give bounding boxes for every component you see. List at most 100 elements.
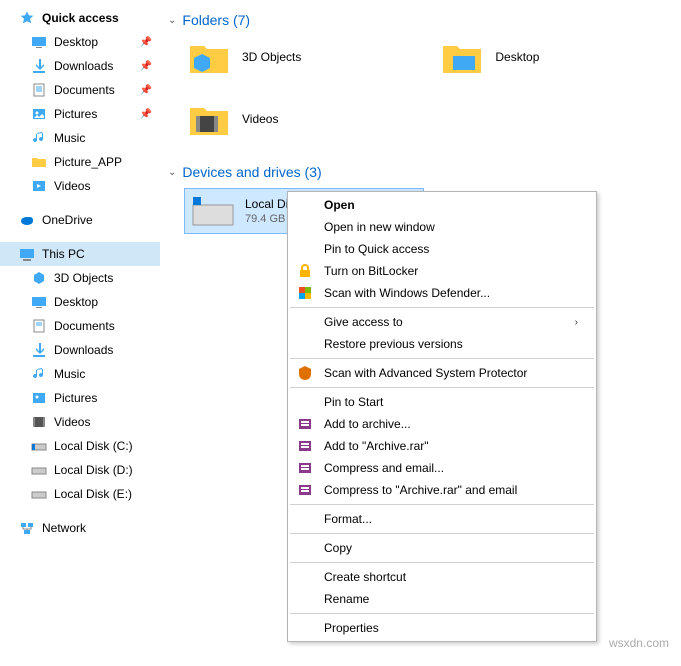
ctx-add-archive-rar[interactable]: Add to "Archive.rar"	[288, 435, 596, 457]
ctx-create-shortcut[interactable]: Create shortcut	[288, 566, 596, 588]
ctx-properties[interactable]: Properties	[288, 617, 596, 639]
nav-label: 3D Objects	[54, 271, 113, 285]
downloads-icon	[30, 57, 48, 75]
blank-icon	[296, 619, 314, 637]
nav-tp-local-d[interactable]: Local Disk (D:)	[0, 458, 160, 482]
blank-icon	[296, 510, 314, 528]
winrar-icon	[296, 459, 314, 477]
nav-qa-pictures[interactable]: Pictures📌	[0, 102, 160, 126]
section-title: Folders (7)	[182, 12, 250, 28]
pin-icon: 📌	[140, 61, 152, 72]
ctx-label: Scan with Windows Defender...	[324, 286, 578, 300]
desktop-folder-icon	[441, 36, 483, 78]
this-pc-icon	[18, 245, 36, 263]
nav-qa-downloads[interactable]: Downloads📌	[0, 54, 160, 78]
asp-icon	[296, 364, 314, 382]
videos-folder-icon	[188, 98, 230, 140]
ctx-open[interactable]: Open	[288, 194, 596, 216]
context-menu: Open Open in new window Pin to Quick acc…	[287, 191, 597, 642]
nav-label: Local Disk (D:)	[54, 463, 133, 477]
ctx-restore-versions[interactable]: Restore previous versions	[288, 333, 596, 355]
nav-label: Desktop	[54, 295, 98, 309]
folders-header[interactable]: ⌄ Folders (7)	[160, 8, 681, 36]
nav-qa-documents[interactable]: Documents📌	[0, 78, 160, 102]
nav-tp-local-e[interactable]: Local Disk (E:)	[0, 482, 160, 506]
ctx-open-new-window[interactable]: Open in new window	[288, 216, 596, 238]
ctx-defender[interactable]: Scan with Windows Defender...	[288, 282, 596, 304]
drive-icon	[30, 461, 48, 479]
separator	[290, 504, 594, 505]
ctx-give-access[interactable]: Give access to›	[288, 311, 596, 333]
documents-icon	[30, 317, 48, 335]
nav-tp-videos[interactable]: Videos	[0, 410, 160, 434]
nav-label: Music	[54, 131, 85, 145]
network-icon	[18, 519, 36, 537]
nav-tp-documents[interactable]: Documents	[0, 314, 160, 338]
nav-label: Downloads	[54, 343, 113, 357]
ctx-label: Scan with Advanced System Protector	[324, 366, 578, 380]
ctx-label: Restore previous versions	[324, 337, 578, 351]
ctx-rename[interactable]: Rename	[288, 588, 596, 610]
nav-quick-access[interactable]: Quick access	[0, 6, 160, 30]
ctx-label: Format...	[324, 512, 578, 526]
nav-qa-desktop[interactable]: Desktop📌	[0, 30, 160, 54]
nav-tp-desktop[interactable]: Desktop	[0, 290, 160, 314]
ctx-label: Properties	[324, 621, 578, 635]
nav-tp-local-c[interactable]: Local Disk (C:)	[0, 434, 160, 458]
separator	[290, 562, 594, 563]
pictures-icon	[30, 389, 48, 407]
nav-label: Local Disk (C:)	[54, 439, 133, 453]
desktop-icon	[30, 293, 48, 311]
ctx-compress-email[interactable]: Compress and email...	[288, 457, 596, 479]
documents-icon	[30, 81, 48, 99]
ctx-asp-scan[interactable]: Scan with Advanced System Protector	[288, 362, 596, 384]
ctx-pin-start[interactable]: Pin to Start	[288, 391, 596, 413]
blank-icon	[296, 196, 314, 214]
separator	[290, 307, 594, 308]
ctx-bitlocker[interactable]: Turn on BitLocker	[288, 260, 596, 282]
blank-icon	[296, 335, 314, 353]
nav-tp-downloads[interactable]: Downloads	[0, 338, 160, 362]
separator	[290, 358, 594, 359]
chevron-down-icon: ⌄	[168, 167, 176, 178]
winrar-icon	[296, 437, 314, 455]
folder-label: Desktop	[495, 50, 539, 64]
folder-videos[interactable]: Videos	[188, 98, 278, 140]
separator	[290, 533, 594, 534]
ctx-format[interactable]: Format...	[288, 508, 596, 530]
3d-icon	[30, 269, 48, 287]
chevron-right-icon: ›	[575, 317, 578, 328]
pin-icon: 📌	[140, 109, 152, 120]
ctx-pin-quick-access[interactable]: Pin to Quick access	[288, 238, 596, 260]
3d-folder-icon	[188, 36, 230, 78]
ctx-label: Copy	[324, 541, 578, 555]
nav-tp-3d[interactable]: 3D Objects	[0, 266, 160, 290]
ctx-copy[interactable]: Copy	[288, 537, 596, 559]
nav-label: Picture_APP	[54, 155, 122, 169]
nav-label: This PC	[42, 247, 85, 261]
nav-label: Local Disk (E:)	[54, 487, 132, 501]
downloads-icon	[30, 341, 48, 359]
nav-label: OneDrive	[42, 213, 93, 227]
folder-3d[interactable]: 3D Objects	[188, 36, 301, 78]
ctx-label: Open in new window	[324, 220, 578, 234]
nav-onedrive[interactable]: OneDrive	[0, 208, 160, 232]
drives-header[interactable]: ⌄ Devices and drives (3)	[160, 160, 681, 188]
folder-desktop[interactable]: Desktop	[441, 36, 539, 78]
ctx-label: Compress and email...	[324, 461, 578, 475]
ctx-label: Add to archive...	[324, 417, 578, 431]
nav-qa-picture-app[interactable]: Picture_APP	[0, 150, 160, 174]
desktop-icon	[30, 33, 48, 51]
nav-tp-pictures[interactable]: Pictures	[0, 386, 160, 410]
nav-this-pc[interactable]: This PC	[0, 242, 160, 266]
nav-qa-videos[interactable]: Videos	[0, 174, 160, 198]
ctx-add-archive[interactable]: Add to archive...	[288, 413, 596, 435]
nav-qa-music[interactable]: Music	[0, 126, 160, 150]
section-title: Devices and drives (3)	[182, 164, 321, 180]
ctx-label: Create shortcut	[324, 570, 578, 584]
nav-tp-music[interactable]: Music	[0, 362, 160, 386]
ctx-compress-rar-email[interactable]: Compress to "Archive.rar" and email	[288, 479, 596, 501]
blank-icon	[296, 313, 314, 331]
nav-network[interactable]: Network	[0, 516, 160, 540]
blank-icon	[296, 240, 314, 258]
